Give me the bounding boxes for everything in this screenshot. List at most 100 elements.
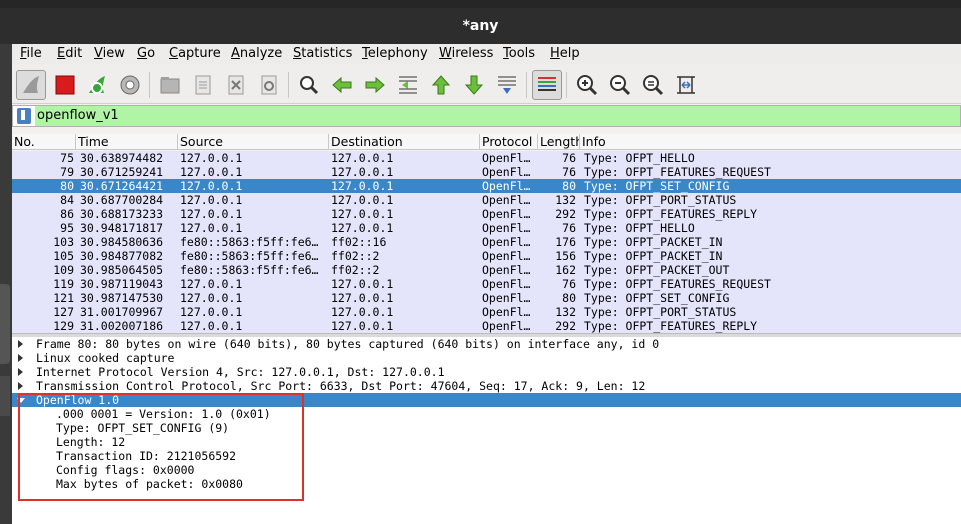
top-strip (0, 0, 961, 8)
gear-icon[interactable] (115, 70, 145, 100)
cell-info: Type: OFPT_PORT_STATUS (584, 305, 737, 319)
table-row[interactable]: 80 30.671264421 127.0.0.1 127.0.0.1 OpenFl… 8… (12, 179, 961, 193)
table-row[interactable]: 119 30.987119043 127.0.0.1 127.0.0.1 OpenFl…… (12, 277, 961, 291)
cell-length: 176 (555, 235, 576, 249)
stop-icon[interactable] (50, 70, 80, 100)
table-row[interactable]: 129 31.002007186 127.0.0.1 127.0.0.1 OpenFl…… (12, 319, 961, 333)
column-destination[interactable]: Destination (329, 134, 480, 150)
table-row[interactable]: 127 31.001709967 127.0.0.1 127.0.0.1 OpenFl…… (12, 305, 961, 319)
menu-wireless[interactable]: Wireless (439, 46, 493, 61)
cell-time: 30.987119043 (80, 277, 164, 291)
first-packet-icon[interactable] (426, 70, 456, 100)
tree-linux-cooked[interactable]: Linux cooked capture (12, 351, 961, 365)
menu-bar: File Edit View Go Capture Analyze Statis… (12, 44, 961, 64)
zoom-in-icon[interactable] (572, 70, 602, 100)
menu-go[interactable]: Go (137, 46, 155, 61)
cell-length: 76 (562, 277, 576, 291)
expand-arrow-icon[interactable] (18, 340, 23, 348)
table-row[interactable]: 95 30.948171817 127.0.0.1 127.0.0.1 OpenFl… 7… (12, 221, 961, 235)
table-row[interactable]: 75 30.638974482 127.0.0.1 127.0.0.1 OpenFl… 7… (12, 151, 961, 165)
bookmark-icon[interactable] (17, 108, 31, 124)
cell-destination: 127.0.0.1 (331, 193, 394, 207)
tree-tcp[interactable]: Transmission Control Protocol, Src Port:… (12, 379, 961, 393)
column-no[interactable]: No. (12, 134, 76, 150)
display-filter-bar: openflow_v1 (12, 105, 961, 127)
go-to-packet-icon[interactable] (393, 70, 423, 100)
reload-icon[interactable] (254, 70, 284, 100)
open-folder-icon[interactable] (155, 70, 185, 100)
cell-source: 127.0.0.1 (180, 221, 243, 235)
cell-source: 127.0.0.1 (180, 151, 243, 165)
dock-tab[interactable] (0, 284, 10, 364)
search-icon[interactable] (294, 70, 324, 100)
table-row[interactable]: 84 30.687700284 127.0.0.1 127.0.0.1 OpenFl… 1… (12, 193, 961, 207)
table-row[interactable]: 79 30.671259241 127.0.0.1 127.0.0.1 OpenFl… 7… (12, 165, 961, 179)
menu-view[interactable]: View (94, 46, 125, 61)
zoom-out-icon[interactable] (605, 70, 635, 100)
cell-protocol: OpenFl… (482, 165, 531, 179)
expand-arrow-icon[interactable] (18, 354, 23, 362)
menu-statistics[interactable]: Statistics (293, 46, 352, 61)
cell-source: 127.0.0.1 (180, 179, 243, 193)
file-icon[interactable] (188, 70, 218, 100)
cell-protocol: OpenFl… (482, 207, 531, 221)
cell-length: 132 (555, 305, 576, 319)
dock-tab-secondary[interactable] (0, 376, 10, 416)
table-row[interactable]: 121 30.987147530 127.0.0.1 127.0.0.1 OpenFl…… (12, 291, 961, 305)
expand-arrow-icon[interactable] (18, 368, 23, 376)
column-time[interactable]: Time (76, 134, 178, 150)
table-row[interactable]: 105 30.984877082 fe80::5863:f5ff:fe6… ff02:… (12, 249, 961, 263)
cell-protocol: OpenFl… (482, 193, 531, 207)
restart-icon[interactable] (82, 70, 112, 100)
cell-destination: 127.0.0.1 (331, 291, 394, 305)
cell-no: 80 (60, 179, 74, 193)
shark-fin-icon[interactable] (16, 70, 46, 100)
menu-telephony[interactable]: Telephony (362, 46, 428, 61)
packet-list[interactable]: 75 30.638974482 127.0.0.1 127.0.0.1 OpenFl… 7… (12, 151, 961, 333)
cell-info: Type: OFPT_SET_CONFIG (584, 179, 730, 193)
autoscroll-icon[interactable] (492, 70, 522, 100)
column-source[interactable]: Source (178, 134, 329, 150)
cell-source: 127.0.0.1 (180, 319, 243, 333)
cell-no: 127 (53, 305, 74, 319)
menu-edit[interactable]: Edit (57, 46, 82, 61)
tree-frame[interactable]: Frame 80: 80 bytes on wire (640 bits), 8… (12, 337, 961, 351)
cell-destination: 127.0.0.1 (331, 305, 394, 319)
close-file-icon[interactable] (221, 70, 251, 100)
cell-no: 109 (53, 263, 74, 277)
cell-protocol: OpenFl… (482, 249, 531, 263)
column-protocol[interactable]: Protocol (480, 134, 538, 150)
column-length[interactable]: Length (538, 134, 580, 150)
table-row[interactable]: 86 30.688173233 127.0.0.1 127.0.0.1 OpenFl… 2… (12, 207, 961, 221)
cell-length: 80 (562, 291, 576, 305)
cell-time: 31.001709967 (80, 305, 164, 319)
cell-protocol: OpenFl… (482, 151, 531, 165)
menu-tools[interactable]: Tools (503, 46, 535, 61)
tree-ip[interactable]: Internet Protocol Version 4, Src: 127.0.… (12, 365, 961, 379)
arrow-right-icon[interactable] (360, 70, 390, 100)
zoom-reset-icon[interactable] (638, 70, 668, 100)
cell-source: 127.0.0.1 (180, 207, 243, 221)
cell-info: Type: OFPT_HELLO (584, 151, 695, 165)
cell-info: Type: OFPT_HELLO (584, 221, 695, 235)
display-filter-input[interactable]: openflow_v1 (35, 106, 960, 126)
resize-columns-icon[interactable] (671, 70, 701, 100)
table-row[interactable]: 109 30.985064505 fe80::5863:f5ff:fe6… ff02:… (12, 263, 961, 277)
arrow-left-icon[interactable] (327, 70, 357, 100)
menu-help[interactable]: Help (550, 46, 580, 61)
cell-destination: 127.0.0.1 (331, 179, 394, 193)
menu-analyze[interactable]: Analyze (231, 46, 282, 61)
cell-info: Type: OFPT_PACKET_IN (584, 235, 723, 249)
menu-capture[interactable]: Capture (169, 46, 221, 61)
cell-no: 105 (53, 249, 74, 263)
cell-time: 30.985064505 (80, 263, 164, 277)
table-row[interactable]: 103 30.984580636 fe80::5863:f5ff:fe6… ff02:… (12, 235, 961, 249)
cell-info: Type: OFPT_SET_CONFIG (584, 291, 730, 305)
last-packet-icon[interactable] (459, 70, 489, 100)
menu-file[interactable]: File (20, 46, 42, 61)
colorize-icon[interactable] (532, 70, 562, 100)
cell-no: 84 (60, 193, 74, 207)
column-info[interactable]: Info (580, 134, 961, 150)
expand-arrow-icon[interactable] (18, 382, 23, 390)
cell-time: 30.638974482 (80, 151, 164, 165)
